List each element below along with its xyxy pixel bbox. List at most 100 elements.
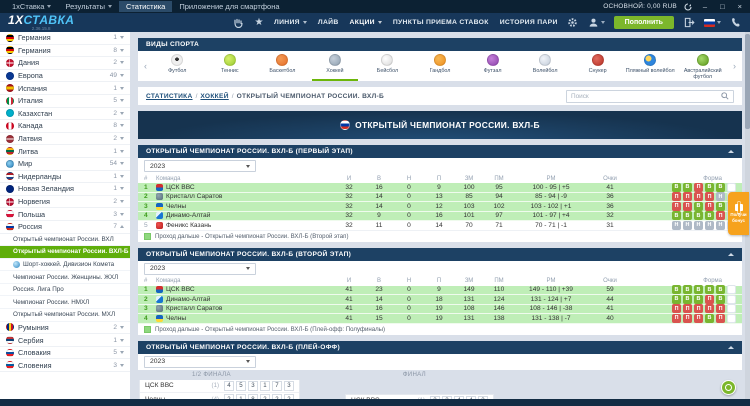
standings-row[interactable]: 5 Феникс Казань 32 11 0 14 70 71 70 - 71… xyxy=(138,221,742,231)
sidebar-league-item[interactable]: Открытый чемпионат России. МХЛ xyxy=(0,309,130,322)
logo[interactable]: 1XСТАВКА 2.36.15.8 xyxy=(8,14,74,32)
profile-menu[interactable] xyxy=(588,17,605,28)
window-close-button[interactable]: × xyxy=(735,2,745,11)
sidebar-league-item[interactable]: Россия. Лига Про xyxy=(0,284,130,297)
search-icon[interactable] xyxy=(721,92,729,100)
search-input[interactable] xyxy=(571,93,721,100)
sidebar-country-item[interactable]: Латвия 2 xyxy=(0,133,130,146)
sport-tab[interactable]: Хоккей xyxy=(309,51,362,81)
stage1-header[interactable]: ОТКРЫТЫЙ ЧЕМПИОНАТ РОССИИ. ВХЛ-Б (ПЕРВЫЙ… xyxy=(138,145,742,158)
stage2-header[interactable]: ОТКРЫТЫЙ ЧЕМПИОНАТ РОССИИ. ВХЛ-Б (ВТОРОЙ… xyxy=(138,248,742,261)
goals-against-cell: 95 xyxy=(484,184,514,191)
breadcrumb-hockey[interactable]: ХОККЕЙ xyxy=(200,93,228,100)
header-nav-item[interactable]: ПУНКТЫ ПРИЕМА СТАВОК xyxy=(393,19,489,26)
refresh-icon[interactable] xyxy=(684,2,693,11)
header-nav-item[interactable]: ЛАЙВ xyxy=(318,19,339,26)
standings-row[interactable]: 1 ЦСК ВВС 32 16 0 9 100 95 100 - 95 | +5… xyxy=(138,183,742,193)
language-selector[interactable] xyxy=(704,19,721,27)
sidebar-item-russia[interactable]: Россия 7 xyxy=(0,221,130,234)
playoff-header[interactable]: ОТКРЫТЫЙ ЧЕМПИОНАТ РОССИИ. ВХЛ-Б (ПЛЕЙ-О… xyxy=(138,341,742,354)
column-header: Команда xyxy=(156,176,334,182)
country-count: 1 xyxy=(113,337,117,344)
sidebar-league-item[interactable]: Открытый чемпионат России. ВХЛ xyxy=(0,234,130,247)
collapse-icon[interactable] xyxy=(728,346,734,349)
chevron-down-icon xyxy=(120,99,124,102)
sidebar-country-item[interactable]: Новая Зеландия 1 xyxy=(0,183,130,196)
sidebar-country-item[interactable]: Испания 1 xyxy=(0,82,130,95)
standings-row[interactable]: 3 Кристалл Саратов 41 16 0 19 108 146 10… xyxy=(138,305,742,315)
collapse-icon[interactable] xyxy=(728,253,734,256)
account-balance[interactable]: ОСНОВНОЙ: 0,00 RUB xyxy=(603,3,677,10)
titlebar-link[interactable]: Статистика xyxy=(119,1,172,12)
deposit-button[interactable]: Пополнить xyxy=(614,16,674,29)
breadcrumb-statistics[interactable]: СТАТИСТИКА xyxy=(146,93,193,100)
support-chat-button[interactable] xyxy=(721,380,736,395)
sidebar-country-item[interactable]: Италия 5 xyxy=(0,95,130,108)
sidebar-league-item[interactable]: Открытый чемпионат России. ВХЛ-Б xyxy=(0,246,130,259)
sidebar-country-item[interactable]: Нидерланды 1 xyxy=(0,171,130,184)
sidebar-league-item[interactable]: Шорт-хоккей. Дивизион Комета xyxy=(0,259,130,272)
titlebar-link[interactable]: 1xСтавка xyxy=(5,1,58,12)
scroll-right-arrow[interactable]: › xyxy=(729,51,740,81)
sidebar-country-item[interactable]: Словения 3 xyxy=(0,359,130,372)
sidebar-league-item[interactable]: Чемпионат России. Женщины. ЖХЛ xyxy=(0,271,130,284)
sidebar-country-item[interactable]: Дания 2 xyxy=(0,57,130,70)
window-maximize-button[interactable]: □ xyxy=(717,2,728,11)
sport-tab[interactable]: Футбол xyxy=(151,51,204,81)
window-minimize-button[interactable]: – xyxy=(700,2,710,11)
standings-row[interactable]: 2 Кристалл Саратов 32 14 0 13 85 94 85 -… xyxy=(138,193,742,203)
sidebar-country-item[interactable]: Польша 3 xyxy=(0,208,130,221)
sidebar-country-item[interactable]: Литва 1 xyxy=(0,145,130,158)
bracket-row[interactable]: ЦСК ВВС (1) 453173 xyxy=(140,380,299,393)
star-icon[interactable]: ★ xyxy=(253,17,265,29)
sidebar-country-item[interactable]: Мир 54 xyxy=(0,158,130,171)
phone-icon[interactable] xyxy=(730,17,742,29)
sidebar-league-item[interactable]: Чемпионат России. НМХЛ xyxy=(0,296,130,309)
header-nav-item[interactable]: ИСТОРИЯ ПАРИ xyxy=(500,19,558,26)
scrollbar-thumb[interactable] xyxy=(745,34,750,129)
bonus-widget[interactable]: Получибонус xyxy=(728,192,749,235)
sidebar-country-item[interactable]: Европа 49 xyxy=(0,70,130,83)
titlebar-link[interactable]: Результаты xyxy=(58,1,119,12)
standings-row[interactable]: 1 ЦСК ВВС 41 23 0 9 149 110 149 - 110 | … xyxy=(138,286,742,296)
team-logo-icon xyxy=(156,286,163,293)
header-nav-item[interactable]: АКЦИИ xyxy=(350,19,382,26)
team-cell: ЦСК ВВС xyxy=(156,184,334,191)
sidebar-country-item[interactable]: Сербия 1 xyxy=(0,334,130,347)
sidebar-country-item[interactable]: Германия 8 xyxy=(0,45,130,58)
sidebar-country-item[interactable]: Словакия 5 xyxy=(0,347,130,360)
sport-tab[interactable]: Гандбол xyxy=(414,51,467,81)
titlebar-link[interactable]: Приложение для смартфона xyxy=(172,1,286,12)
gear-icon[interactable] xyxy=(567,17,579,29)
season-select[interactable]: 2023 xyxy=(144,160,256,172)
sport-tab[interactable]: Футзал xyxy=(466,51,519,81)
standings-row[interactable]: 4 Динамо-Алтай 32 9 0 16 101 97 101 - 97… xyxy=(138,212,742,222)
sport-tab[interactable]: Австралийский футбол xyxy=(676,51,729,81)
standings-row[interactable]: 4 Челны 41 15 0 19 131 138 131 - 138 | -… xyxy=(138,314,742,324)
collapse-icon[interactable] xyxy=(728,150,734,153)
sport-tab[interactable]: Бейсбол xyxy=(361,51,414,81)
column-header: Очки xyxy=(588,278,632,284)
sidebar-country-item[interactable]: Норвегия 2 xyxy=(0,196,130,209)
season-select[interactable]: 2023 xyxy=(144,263,256,275)
country-count: 3 xyxy=(113,362,117,369)
sport-tab[interactable]: Теннис xyxy=(204,51,257,81)
sport-tab[interactable]: Волейбол xyxy=(519,51,572,81)
sport-tab[interactable]: Пляжный волейбол xyxy=(624,51,677,81)
sport-tab[interactable]: Баскетбол xyxy=(256,51,309,81)
hand-icon[interactable] xyxy=(232,17,244,29)
sidebar-country-item[interactable]: Германия 1 xyxy=(0,32,130,45)
standings-row[interactable]: 3 Челны 32 14 0 12 103 102 103 - 102 | +… xyxy=(138,202,742,212)
sidebar-country-item[interactable]: Румыния 2 xyxy=(0,322,130,335)
logout-icon[interactable] xyxy=(683,17,695,29)
sport-ball-icon xyxy=(592,54,604,66)
team-name: Челны xyxy=(166,203,186,210)
scroll-left-arrow[interactable]: ‹ xyxy=(140,51,151,81)
season-select[interactable]: 2023 xyxy=(144,356,256,368)
sidebar-country-item[interactable]: Канада 8 xyxy=(0,120,130,133)
header-nav-item[interactable]: ЛИНИЯ xyxy=(274,19,307,26)
sport-tab[interactable]: Снукер xyxy=(571,51,624,81)
standings-row[interactable]: 2 Динамо-Алтай 41 14 0 18 131 124 131 - … xyxy=(138,295,742,305)
sidebar-country-item[interactable]: Казахстан 2 xyxy=(0,108,130,121)
draws-cell: 0 xyxy=(394,305,424,312)
